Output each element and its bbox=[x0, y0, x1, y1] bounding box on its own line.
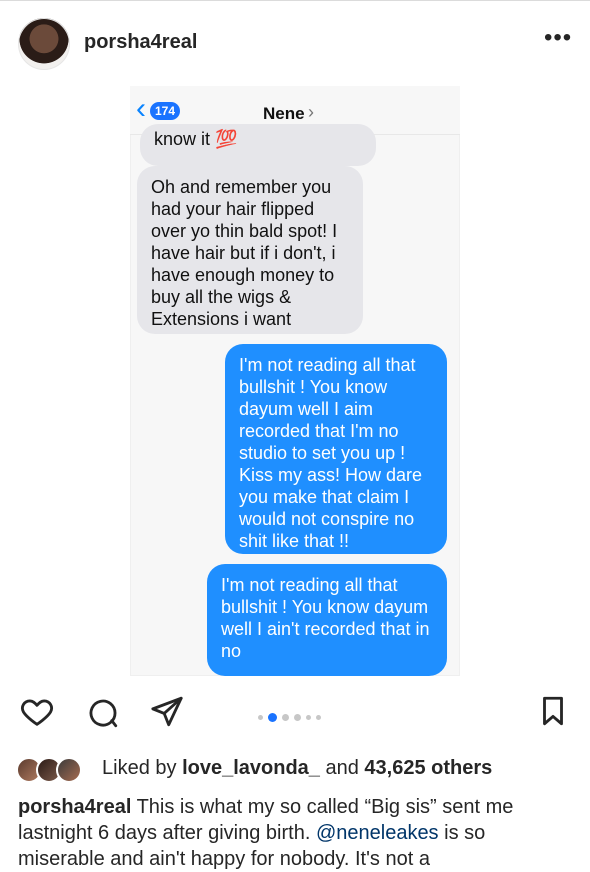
profile-avatar[interactable] bbox=[18, 18, 70, 70]
chevron-right-icon: › bbox=[308, 102, 314, 122]
carousel-dot bbox=[294, 713, 301, 721]
carousel-dot bbox=[306, 714, 311, 720]
likes-first-user[interactable]: love_lavonda_ bbox=[182, 757, 320, 779]
post-image[interactable]: ‹ 174 Nene › know it 💯 Oh and remember y… bbox=[130, 86, 460, 676]
post-actions-bar bbox=[0, 686, 590, 738]
likes-middle: and bbox=[325, 757, 359, 779]
post-caption: porsha4real This is what my so called “B… bbox=[18, 794, 574, 872]
post-username[interactable]: porsha4real bbox=[84, 31, 197, 54]
message-bubble-right: I'm not reading all that bullshit ! You … bbox=[207, 564, 447, 676]
heart-icon[interactable] bbox=[20, 696, 54, 730]
top-divider bbox=[0, 0, 590, 1]
likers-avatars[interactable] bbox=[16, 757, 100, 783]
comment-icon[interactable] bbox=[86, 696, 120, 730]
share-icon[interactable] bbox=[150, 694, 184, 728]
more-options-button[interactable]: ••• bbox=[544, 24, 572, 52]
message-bubble-left: know it 💯 bbox=[140, 124, 376, 166]
liker-avatar bbox=[56, 757, 82, 783]
carousel-dot bbox=[316, 714, 321, 720]
carousel-indicator bbox=[258, 712, 321, 722]
carousel-dot bbox=[258, 714, 263, 720]
carousel-dot-active bbox=[268, 712, 277, 722]
likes-text[interactable]: Liked by love_lavonda_ and 43,625 others bbox=[102, 757, 492, 780]
post-header: porsha4real ••• bbox=[0, 6, 590, 84]
carousel-dot bbox=[282, 713, 289, 721]
contact-name[interactable]: Nene bbox=[263, 104, 305, 124]
likes-count[interactable]: 43,625 others bbox=[364, 757, 492, 779]
bookmark-icon[interactable] bbox=[536, 694, 570, 728]
caption-username[interactable]: porsha4real bbox=[18, 796, 131, 818]
likes-row: Liked by love_lavonda_ and 43,625 others bbox=[16, 755, 576, 785]
message-bubble-left: Oh and remember you had your hair flippe… bbox=[137, 166, 363, 334]
likes-prefix: Liked by bbox=[102, 757, 177, 779]
back-count-badge[interactable]: 174 bbox=[150, 102, 180, 120]
caption-mention[interactable]: @neneleakes bbox=[316, 822, 439, 844]
message-bubble-right: I'm not reading all that bullshit ! You … bbox=[225, 344, 447, 554]
